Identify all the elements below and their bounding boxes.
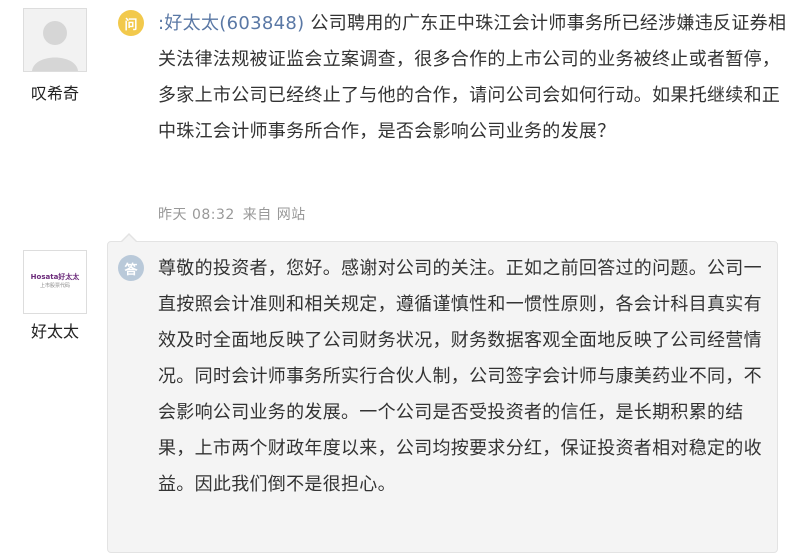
logo-sub-text: 上市股票代码	[39, 283, 70, 289]
company-link[interactable]: :好太太(603848)	[158, 13, 304, 34]
answerer-avatar[interactable]: Hosata好太太 上市股票代码	[23, 250, 87, 314]
logo-brand-text: Hosata好太太	[30, 273, 80, 281]
question-text-block: :好太太(603848) 公司聘用的广东正中珠江会计师事务所已经涉嫌违反证券相关…	[158, 6, 788, 150]
answer-text: 尊敬的投资者，您好。感谢对公司的关注。正如之前回答过的问题。公司一直按照会计准则…	[158, 258, 762, 495]
default-user-icon	[24, 9, 86, 71]
bubble-pointer-inner	[121, 235, 137, 243]
question-badge-icon: 问	[118, 10, 144, 36]
answerer-username[interactable]: 好太太	[18, 318, 92, 342]
company-logo: Hosata好太太 上市股票代码	[31, 273, 80, 291]
question-meta: 昨天 08:32 来自 网站	[158, 204, 314, 224]
question-time: 昨天 08:32	[158, 207, 235, 223]
answer-badge-icon: 答	[118, 255, 144, 281]
asker-username[interactable]: 叹希奇	[18, 80, 92, 104]
question-source: 来自 网站	[242, 207, 306, 223]
asker-avatar[interactable]	[23, 8, 87, 72]
